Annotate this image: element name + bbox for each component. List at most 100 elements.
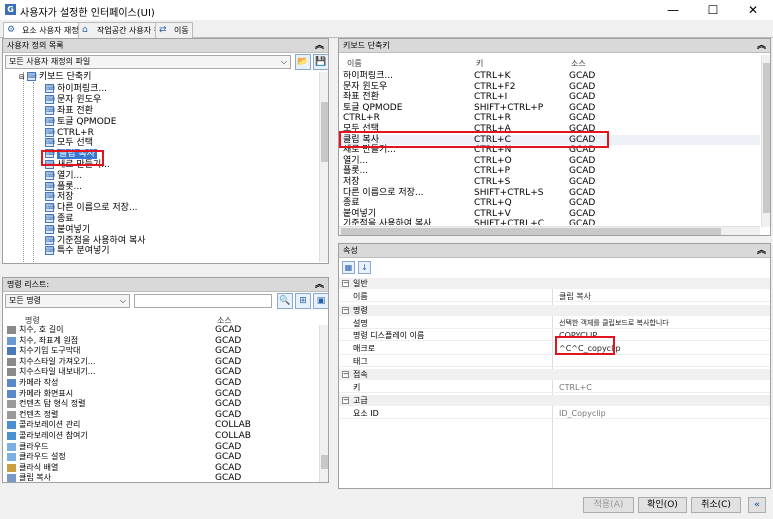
command-row[interactable]: 치수기입 도구막대 GCAD — [3, 346, 318, 357]
command-filter-combo[interactable]: 모든 명령 ⌵ — [5, 294, 130, 308]
column-header-key[interactable]: 키 — [476, 58, 483, 69]
command-row[interactable]: 콜라보레이션 관리 COLLAB — [3, 420, 318, 431]
column-header-name[interactable]: 이름 — [347, 58, 362, 69]
command-row[interactable]: 클라식 배열 GCAD — [3, 463, 318, 474]
apply-button[interactable]: 적용(A) — [583, 497, 634, 513]
gear-icon: ⚙ — [7, 25, 16, 35]
command-row[interactable]: 카메라 작성 GCAD — [3, 378, 318, 389]
shortcut-name: 저장 — [343, 177, 360, 187]
command-row[interactable]: 카메라 화면표시 GCAD — [3, 389, 318, 400]
shortcut-row[interactable]: 붙여넣기 CTRL+V GCAD — [339, 209, 760, 220]
collapse-panel-button[interactable]: « — [748, 497, 766, 513]
category-general[interactable]: − 일반 — [339, 278, 770, 289]
image-manager-icon[interactable]: ▣ — [313, 293, 328, 309]
property-name-row[interactable]: 이름 클립 복사 — [339, 291, 770, 302]
property-tag-row[interactable]: 태그 — [339, 356, 770, 367]
tree-item[interactable]: ⌨ 특수 분여넣기 — [45, 245, 110, 258]
collapse-toggle-icon[interactable]: − — [342, 371, 349, 378]
command-scrollbar[interactable] — [319, 325, 328, 482]
tree-root-keyboard-shortcuts[interactable]: ⊟ ⌨ 키보드 단축키 — [19, 71, 91, 84]
shortcut-source: GCAD — [569, 219, 596, 225]
command-row[interactable]: 치수스타일 내보내기... GCAD — [3, 367, 318, 378]
command-row[interactable]: 콜라보레이션 참여기 COLLAB — [3, 431, 318, 442]
category-advanced[interactable]: − 고급 — [339, 395, 770, 406]
command-search-input[interactable] — [134, 294, 272, 308]
command-name: 클라우드 설정 — [19, 452, 66, 462]
highlight-box — [41, 150, 104, 166]
shortcut-row[interactable]: 종료 CTRL+Q GCAD — [339, 198, 760, 209]
sort-alpha-icon[interactable]: ↓ — [358, 261, 371, 274]
property-element-id-row[interactable]: 요소 ID ID_Copyclip — [339, 408, 770, 419]
command-row[interactable]: 컨텐츠 정렬 GCAD — [3, 410, 318, 421]
swap-arrows-icon: ⇄ — [159, 25, 167, 35]
collapse-icon[interactable]: ︽ — [757, 39, 766, 53]
shortcut-hscrollbar[interactable] — [339, 226, 760, 235]
minimize-button[interactable]: — — [653, 0, 693, 20]
shortcut-row[interactable]: 플롯... CTRL+P GCAD — [339, 166, 760, 177]
keyboard-shortcut-icon: ⌨ — [45, 181, 55, 191]
keyboard-shortcut-icon: ⌨ — [45, 106, 55, 115]
shortcut-row[interactable]: 토글 QPMODE SHIFT+CTRL+P GCAD — [339, 103, 760, 114]
command-icon — [7, 379, 16, 387]
command-icon — [7, 453, 16, 462]
categorized-icon[interactable]: ▦ — [342, 261, 355, 274]
command-row[interactable]: 치수, 호 길이 GCAD — [3, 325, 318, 336]
panel-header: 명령 리스트: ︽ — [3, 278, 328, 292]
category-label: 고급 — [353, 396, 368, 405]
save-icon[interactable]: 💾 — [313, 54, 328, 70]
shortcut-row[interactable]: CTRL+R CTRL+R GCAD — [339, 113, 760, 124]
open-folder-icon[interactable]: 📂 — [295, 54, 311, 70]
tab-transfer[interactable]: ⇄ 이동 — [155, 22, 193, 38]
shortcut-name: 기준점을 사용하여 복사 — [343, 219, 432, 225]
collapse-toggle-icon[interactable]: − — [342, 307, 349, 314]
shortcut-source: GCAD — [569, 102, 596, 113]
ok-button[interactable]: 확인(O) — [638, 497, 687, 513]
command-row[interactable]: 치수, 좌표계 원점 GCAD — [3, 336, 318, 347]
maximize-button[interactable]: ☐ — [693, 0, 733, 20]
search-icon[interactable]: 🔍 — [277, 293, 293, 309]
category-command[interactable]: − 명령 — [339, 305, 770, 316]
command-row[interactable]: 컨텐츠 탐 형식 정렬 GCAD — [3, 399, 318, 410]
keyboard-shortcut-icon: ⌨ — [45, 235, 55, 245]
tab-customize-elements[interactable]: ⚙ 요소 사용자 재정의 — [3, 22, 90, 39]
keyboard-icon: ⌨ — [26, 72, 37, 81]
cancel-button[interactable]: 취소(C) — [691, 497, 741, 513]
command-source: GCAD — [215, 388, 242, 399]
shortcut-row[interactable]: 저장 CTRL+S GCAD — [339, 177, 760, 188]
collapse-icon[interactable]: ︽ — [757, 244, 766, 258]
column-header-source[interactable]: 소스 — [571, 58, 586, 69]
tree-scrollbar[interactable] — [319, 72, 328, 262]
close-button[interactable]: ✕ — [733, 0, 773, 20]
category-access[interactable]: − 접속 — [339, 369, 770, 380]
command-row[interactable]: 클라우드 GCAD — [3, 442, 318, 453]
shortcut-row[interactable]: 문자 윈도우 CTRL+F2 GCAD — [339, 82, 760, 93]
property-description-row[interactable]: 설명 선택한 객체를 클립보드로 복사합니다 — [339, 318, 770, 329]
shortcut-row[interactable]: 하이퍼링크... CTRL+K GCAD — [339, 71, 760, 82]
collapse-toggle-icon[interactable]: − — [342, 280, 349, 287]
customization-file-combo[interactable]: 모든 사용자 재정의 파일 ⌵ — [5, 55, 291, 69]
shortcut-row[interactable]: 다른 이름으로 저장... SHIFT+CTRL+S GCAD — [339, 188, 760, 199]
collapse-icon[interactable]: ︽ — [315, 278, 324, 292]
command-source: GCAD — [215, 378, 242, 388]
window-title: 사용자가 설정한 인터페이스(UI) — [20, 8, 155, 19]
property-value[interactable]: 클립 복사 — [559, 291, 591, 302]
collapse-icon[interactable]: ︽ — [315, 39, 324, 53]
command-icon — [7, 410, 16, 419]
expand-toggle-icon[interactable]: ⊟ — [19, 73, 25, 81]
keyboard-shortcut-icon: ⌨ — [45, 214, 55, 223]
property-value[interactable]: CTRL+C — [559, 382, 592, 393]
shortcut-scrollbar[interactable] — [761, 55, 770, 227]
tree-item-label: 다른 이름으로 저장... — [57, 203, 138, 214]
shortcut-row[interactable]: 기준점을 사용하여 복사 SHIFT+CTRL+C GCAD — [339, 219, 760, 225]
shortcut-row[interactable]: 열기... CTRL+O GCAD — [339, 156, 760, 167]
collapse-toggle-icon[interactable]: − — [342, 397, 349, 404]
property-value[interactable]: 선택한 객체를 클립보드로 복사합니다 — [559, 318, 669, 329]
property-key-row[interactable]: 키 CTRL+C — [339, 382, 770, 393]
tree-item-label: 붙여넣기 — [57, 224, 91, 235]
add-command-icon[interactable]: ⊞ — [295, 293, 311, 309]
command-row[interactable]: 클립 복사 GCAD — [3, 473, 318, 482]
command-row[interactable]: 치수스타일 가져오기... GCAD — [3, 357, 318, 368]
property-value[interactable]: ID_Copyclip — [559, 408, 606, 419]
command-row[interactable]: 클라우드 설정 GCAD — [3, 452, 318, 463]
shortcut-row[interactable]: 좌표 전환 CTRL+I GCAD — [339, 92, 760, 103]
